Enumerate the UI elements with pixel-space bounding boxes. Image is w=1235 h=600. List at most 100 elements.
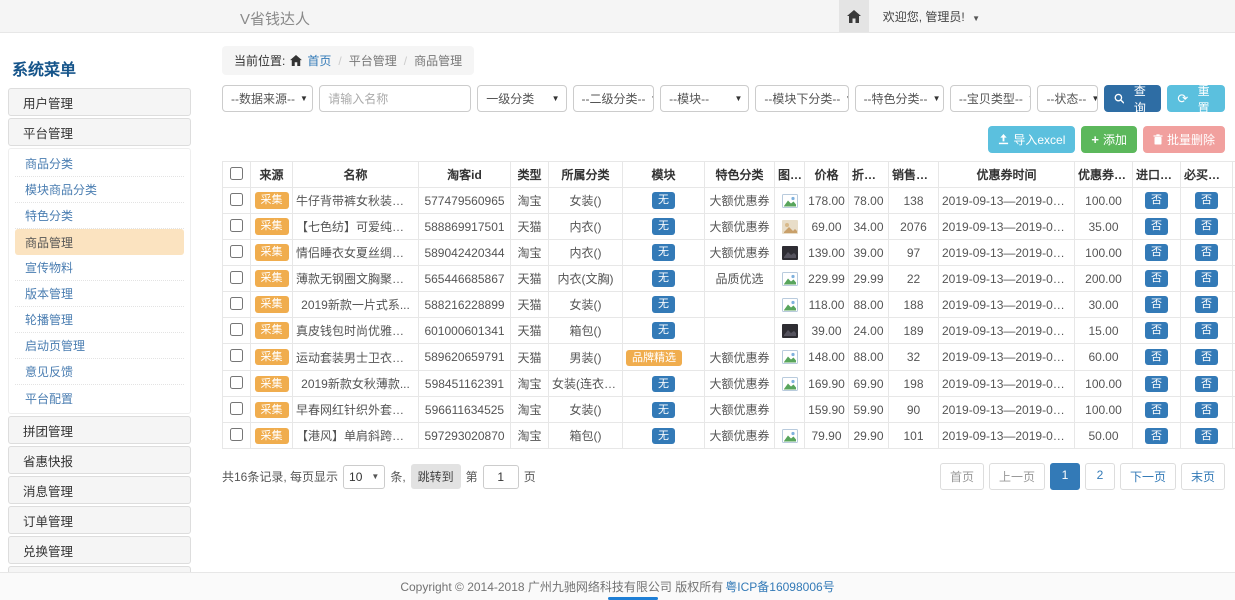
module-badge[interactable]: 无 [652, 402, 675, 418]
price-cell: 69.00 [805, 214, 849, 240]
must-buy-toggle[interactable]: 否 [1195, 218, 1218, 234]
must-buy-toggle[interactable]: 否 [1195, 296, 1218, 312]
sidebar-item-宣传物料[interactable]: 宣传物料 [15, 255, 184, 281]
page-button-下一页[interactable]: 下一页 [1120, 463, 1176, 490]
jump-button[interactable]: 跳转到 [411, 464, 461, 489]
sidebar-section-label: 兑换管理 [23, 541, 73, 560]
page-button-末页[interactable]: 末页 [1181, 463, 1225, 490]
home-icon [847, 10, 861, 23]
row-checkbox[interactable] [230, 428, 243, 441]
filter-select-模块[interactable]: --模块--▼ [660, 85, 749, 112]
row-checkbox[interactable] [230, 193, 243, 206]
filter-select-value: --模块-- [669, 90, 709, 107]
breadcrumb-home-link[interactable]: 首页 [307, 52, 331, 69]
sidebar-section-平台管理[interactable]: 平台管理 [8, 118, 191, 146]
row-checkbox[interactable] [230, 402, 243, 415]
module-badge[interactable]: 无 [652, 192, 675, 208]
reset-button[interactable]: ⟳ 重置 [1167, 85, 1225, 112]
sidebar-item-模块商品分类[interactable]: 模块商品分类 [15, 177, 184, 203]
welcome-text: 欢迎您, 管理员! [883, 10, 965, 24]
column-header-类型: 类型 [511, 162, 549, 188]
name-search-input[interactable] [319, 85, 471, 112]
must-buy-toggle[interactable]: 否 [1195, 322, 1218, 338]
module-badge[interactable]: 无 [652, 428, 675, 444]
chevron-down-icon: ▼ [371, 472, 379, 481]
sidebar-item-特色分类[interactable]: 特色分类 [15, 203, 184, 229]
add-button[interactable]: + 添加 [1081, 126, 1137, 153]
plus-icon: + [1091, 132, 1099, 147]
batch-delete-button[interactable]: 批量删除 [1143, 126, 1225, 153]
import-select-toggle[interactable]: 否 [1145, 428, 1168, 444]
must-buy-toggle[interactable]: 否 [1195, 192, 1218, 208]
table-row: 采集2019新款一片式系...588216228899天猫女装()无118.00… [223, 292, 1235, 318]
row-checkbox[interactable] [230, 376, 243, 389]
page-number-input[interactable] [483, 465, 519, 489]
import-select-toggle[interactable]: 否 [1145, 322, 1168, 338]
module-badge[interactable]: 无 [652, 376, 675, 392]
import-select-toggle[interactable]: 否 [1145, 296, 1168, 312]
row-checkbox[interactable] [230, 297, 243, 310]
sidebar-item-商品分类[interactable]: 商品分类 [15, 151, 184, 177]
must-buy-cell: 否 [1181, 344, 1233, 371]
filter-select-模块下分类[interactable]: --模块下分类--▼ [755, 85, 848, 112]
module-badge[interactable]: 无 [652, 322, 675, 338]
page-button-上一页[interactable]: 上一页 [989, 463, 1045, 490]
coupon-time-cell: 2019-09-13—2019-09-17 [939, 397, 1075, 423]
import-select-toggle[interactable]: 否 [1145, 376, 1168, 392]
import-select-toggle[interactable]: 否 [1145, 244, 1168, 260]
sidebar-item-商品管理[interactable]: 商品管理 [15, 229, 184, 255]
icp-link[interactable]: 粤ICP备16098006号 [725, 578, 834, 595]
import-excel-button[interactable]: 导入excel [988, 126, 1075, 153]
row-checkbox[interactable] [230, 271, 243, 284]
pagination: 共16条记录, 每页显示 10 ▼ 条, 跳转到 第 页 首页上一页12下一页末… [222, 463, 1225, 490]
page-button-1[interactable]: 1 [1050, 463, 1080, 490]
sidebar-section-拼团管理[interactable]: 拼团管理 [8, 416, 191, 444]
breadcrumb-separator: / [338, 54, 341, 68]
import-select-toggle[interactable]: 否 [1145, 349, 1168, 365]
per-page-select[interactable]: 10 ▼ [343, 465, 385, 489]
must-buy-toggle[interactable]: 否 [1195, 376, 1218, 392]
filter-select-二级分类[interactable]: --二级分类--▼ [573, 85, 655, 112]
data-source-select[interactable]: --数据来源-- ▼ [222, 85, 313, 112]
module-badge[interactable]: 无 [652, 218, 675, 234]
user-menu[interactable]: 欢迎您, 管理员! ▼ [883, 8, 980, 25]
select-all-checkbox[interactable] [230, 167, 243, 180]
sidebar-section-消息管理[interactable]: 消息管理 [8, 476, 191, 504]
filter-select-一级分类[interactable]: 一级分类▼ [477, 85, 566, 112]
discount-price-cell: 88.00 [849, 292, 889, 318]
column-header-淘客id: 淘客id [419, 162, 511, 188]
sidebar-item-启动页管理[interactable]: 启动页管理 [15, 333, 184, 359]
must-buy-toggle[interactable]: 否 [1195, 270, 1218, 286]
row-checkbox[interactable] [230, 245, 243, 258]
sidebar-section-省惠快报[interactable]: 省惠快报 [8, 446, 191, 474]
sidebar-section-订单管理[interactable]: 订单管理 [8, 506, 191, 534]
must-buy-toggle[interactable]: 否 [1195, 244, 1218, 260]
query-button[interactable]: 查询 [1104, 85, 1162, 112]
filter-select-宝贝类型[interactable]: --宝贝类型--▼ [950, 85, 1032, 112]
sidebar-item-版本管理[interactable]: 版本管理 [15, 281, 184, 307]
import-select-toggle[interactable]: 否 [1145, 218, 1168, 234]
row-checkbox[interactable] [230, 219, 243, 232]
sidebar-item-意见反馈[interactable]: 意见反馈 [15, 359, 184, 385]
module-badge[interactable]: 品牌精选 [626, 350, 682, 366]
page-button-2[interactable]: 2 [1085, 463, 1115, 490]
module-badge[interactable]: 无 [652, 244, 675, 260]
import-select-toggle[interactable]: 否 [1145, 270, 1168, 286]
module-badge[interactable]: 无 [652, 296, 675, 312]
module-badge[interactable]: 无 [652, 270, 675, 286]
must-buy-toggle[interactable]: 否 [1195, 402, 1218, 418]
must-buy-toggle[interactable]: 否 [1195, 349, 1218, 365]
sidebar-section-用户管理[interactable]: 用户管理 [8, 88, 191, 116]
sidebar-item-轮播管理[interactable]: 轮播管理 [15, 307, 184, 333]
row-checkbox[interactable] [230, 323, 243, 336]
must-buy-toggle[interactable]: 否 [1195, 428, 1218, 444]
import-select-toggle[interactable]: 否 [1145, 402, 1168, 418]
filter-select-状态[interactable]: --状态--▼ [1037, 85, 1097, 112]
row-checkbox[interactable] [230, 349, 243, 362]
import-select-toggle[interactable]: 否 [1145, 192, 1168, 208]
sidebar-section-兑换管理[interactable]: 兑换管理 [8, 536, 191, 564]
sidebar-item-平台配置[interactable]: 平台配置 [15, 385, 184, 411]
page-button-首页[interactable]: 首页 [940, 463, 984, 490]
home-button[interactable] [839, 0, 869, 32]
filter-select-特色分类[interactable]: --特色分类--▼ [855, 85, 944, 112]
